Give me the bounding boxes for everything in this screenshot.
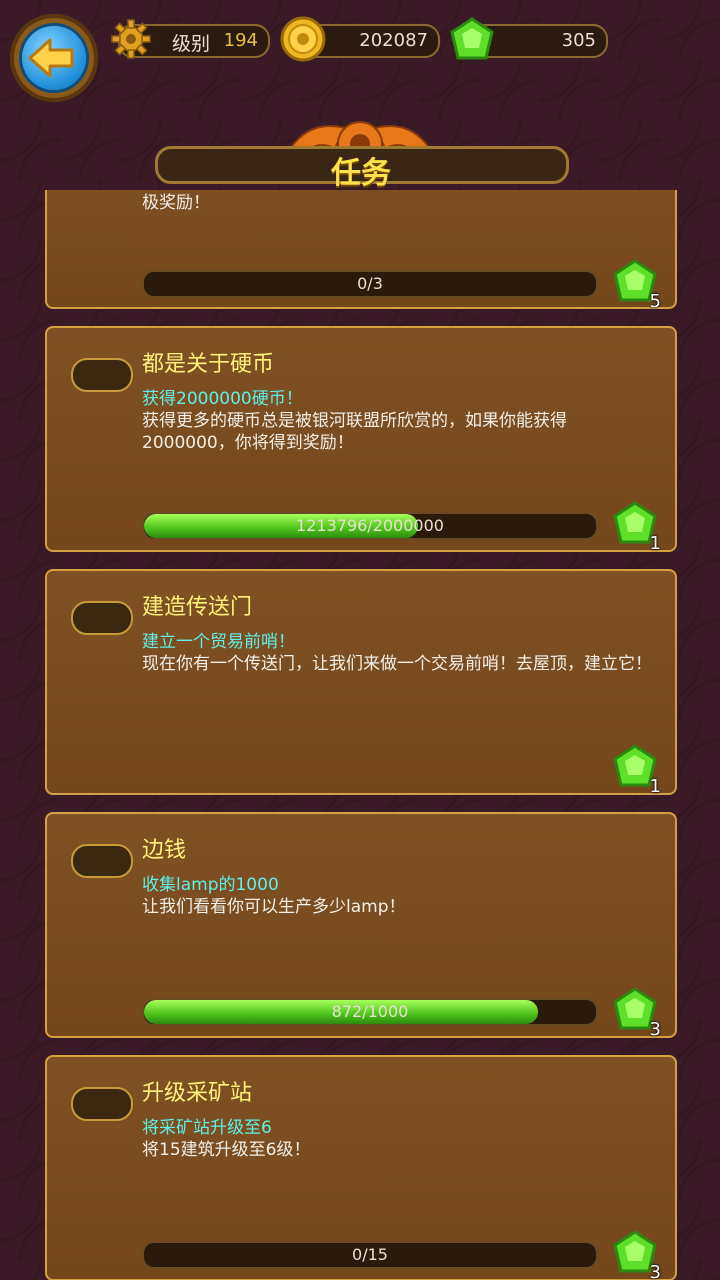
progress-text: 0/15 xyxy=(352,1245,388,1264)
level-value: 194 xyxy=(223,30,258,51)
reward-count: 5 xyxy=(649,291,661,312)
quest-card: 边钱 收集lamp的1000 让我们看看你可以生产多少lamp！ 872/100… xyxy=(45,812,677,1040)
quest-progress-bar: 0/3 xyxy=(142,270,598,298)
back-button[interactable] xyxy=(10,14,98,102)
gem-count: 305 xyxy=(561,30,596,51)
quest-checkbox[interactable] xyxy=(71,358,133,392)
quest-description: 让我们看看你可以生产多少lamp！ xyxy=(142,897,406,917)
quest-subtitle: 获得2000000硬币！ xyxy=(142,389,303,409)
quest-description: 获得更多的硬币总是被银河联盟所欣赏的，如果你能获得2000000，你将得到奖励！ xyxy=(142,411,567,453)
coin-icon xyxy=(280,16,326,62)
reward-count: 1 xyxy=(649,533,661,554)
quest-progress-bar: 1213796/2000000 xyxy=(142,512,598,540)
quest-card: 建造传送门 建立一个贸易前哨！ 现在你有一个传送门，让我们来做一个交易前哨！去屋… xyxy=(45,569,677,797)
gear-icon xyxy=(111,19,151,59)
reward-count: 1 xyxy=(649,776,661,797)
progress-text: 872/1000 xyxy=(331,1002,409,1021)
quest-description: 极奖励！ xyxy=(142,193,210,213)
page-title: 任务 xyxy=(331,156,391,191)
progress-text: 0/3 xyxy=(357,274,383,293)
quest-subtitle: 建立一个贸易前哨！ xyxy=(142,632,295,652)
reward-count: 3 xyxy=(649,1262,661,1280)
quest-progress-bar: 872/1000 xyxy=(142,998,598,1026)
quest-name: 边钱 xyxy=(142,838,187,863)
quest-description: 现在你有一个传送门，让我们来做一个交易前哨！去屋顶，建立它！ xyxy=(142,654,652,674)
title-banner: 任务 xyxy=(155,108,569,191)
quest-name: 升级采矿站 xyxy=(142,1081,253,1106)
quest-list[interactable]: 极奖励！ 0/3 5 都是关于硬币 获得2000000硬币！ 获得更多的硬币总是… xyxy=(0,190,720,1280)
reward-gem-icon: 3 xyxy=(611,1229,661,1280)
quest-card: 都是关于硬币 获得2000000硬币！ 获得更多的硬币总是被银河联盟所欣赏的，如… xyxy=(45,326,677,554)
quest-subtitle: 收集lamp的1000 xyxy=(142,875,279,895)
reward-gem-icon: 1 xyxy=(611,500,661,554)
gem-icon xyxy=(450,17,494,60)
reward-gem-icon: 1 xyxy=(611,743,661,797)
back-arrow-icon xyxy=(28,38,74,78)
quest-card: 升级采矿站 将采矿站升级至6 将15建筑升级至6级！ 0/15 3 xyxy=(45,1055,677,1280)
coin-count: 202087 xyxy=(359,30,428,51)
quest-progress-bar: 0/15 xyxy=(142,1241,598,1269)
quest-checkbox[interactable] xyxy=(71,844,133,878)
progress-text: 1213796/2000000 xyxy=(296,516,444,535)
quest-checkbox[interactable] xyxy=(71,601,133,635)
level-label: 级别 xyxy=(172,33,211,55)
reward-gem-icon: 5 xyxy=(611,258,661,312)
reward-gem-icon: 3 xyxy=(611,986,661,1040)
reward-count: 3 xyxy=(649,1019,661,1040)
quest-subtitle: 将采矿站升级至6 xyxy=(142,1118,272,1138)
quest-description: 将15建筑升级至6级！ xyxy=(142,1140,311,1160)
quest-name: 都是关于硬币 xyxy=(142,352,275,377)
quest-checkbox[interactable] xyxy=(71,1087,133,1121)
quest-card: 极奖励！ 0/3 5 xyxy=(45,190,677,312)
quest-name: 建造传送门 xyxy=(142,595,253,620)
